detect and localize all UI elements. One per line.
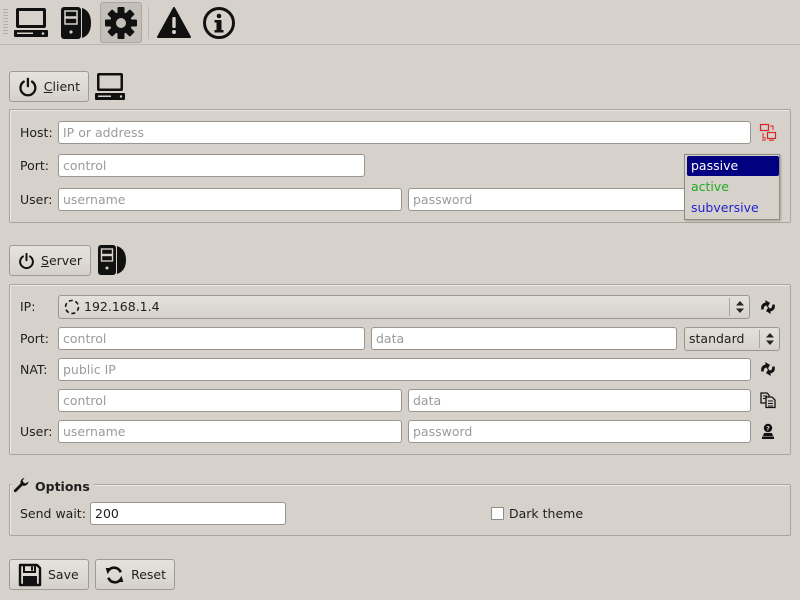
server-port-mode-select[interactable]: standard: [684, 327, 780, 351]
toolbar-grip[interactable]: [3, 9, 8, 35]
server-tower-icon: [61, 6, 91, 39]
send-wait-label: Send wait:: [20, 506, 86, 521]
dark-theme-checkbox[interactable]: [491, 507, 504, 520]
nat-copy-button[interactable]: [757, 389, 779, 411]
toolbar: [0, 0, 800, 45]
wrench-icon: [13, 478, 29, 493]
mode-option-active[interactable]: active: [687, 177, 779, 197]
client-button-label: Client: [43, 79, 80, 94]
refresh-arrows-icon: [761, 362, 775, 376]
server-ip-label: IP:: [20, 299, 36, 314]
host-input[interactable]: [58, 121, 751, 144]
nat-public-ip-input[interactable]: [58, 358, 751, 381]
network-interface-icon: [64, 299, 80, 315]
copy-documents-icon: [760, 392, 776, 409]
toolbar-client-button[interactable]: [10, 2, 52, 43]
computer-icon: [14, 7, 48, 37]
host-label: Host:: [20, 125, 53, 140]
floppy-disk-icon: [18, 563, 42, 586]
power-icon: [19, 252, 34, 269]
server-toggle-button[interactable]: Server: [9, 245, 91, 276]
send-wait-input[interactable]: [90, 502, 286, 525]
spin-arrows-icon: [759, 330, 779, 348]
server-port-label: Port:: [20, 331, 49, 346]
nat-control-input[interactable]: [58, 389, 402, 412]
server-port-mode-value: standard: [689, 331, 745, 346]
client-password-input[interactable]: [408, 188, 698, 211]
client-port-input[interactable]: [58, 154, 365, 177]
server-ip-refresh-button[interactable]: [757, 296, 779, 318]
options-title-text: Options: [35, 478, 90, 494]
anonymous-user-button[interactable]: ?: [757, 420, 779, 442]
mode-option-subversive[interactable]: subversive: [687, 198, 779, 218]
reset-button[interactable]: Reset: [95, 559, 175, 590]
mode-option-passive[interactable]: passive: [687, 156, 779, 176]
client-toggle-button[interactable]: Client: [9, 71, 89, 102]
info-icon: [203, 6, 235, 39]
server-password-input[interactable]: [408, 420, 751, 443]
refresh-arrows-icon: [761, 300, 775, 314]
toolbar-separator: [148, 7, 149, 39]
client-user-label: User:: [20, 192, 53, 207]
warning-icon: [157, 6, 191, 38]
reset-label: Reset: [131, 567, 166, 582]
computer-icon: [95, 73, 125, 100]
server-tower-icon: [98, 245, 126, 275]
server-port-data-input[interactable]: [371, 327, 677, 350]
nat-refresh-button[interactable]: [757, 358, 779, 380]
toolbar-about-button[interactable]: [198, 2, 240, 43]
server-nat-label: NAT:: [20, 362, 48, 377]
toolbar-warnings-button[interactable]: [153, 2, 195, 43]
nat-data-input[interactable]: [408, 389, 751, 412]
save-label: Save: [48, 567, 79, 582]
client-mode-dropdown-list: passive active subversive: [684, 154, 780, 220]
server-ip-value: 192.168.1.4: [84, 299, 160, 314]
client-port-label: Port:: [20, 158, 49, 173]
client-connection-button[interactable]: [757, 121, 779, 143]
toolbar-server-button[interactable]: [54, 2, 96, 43]
options-title: Options: [12, 477, 94, 495]
svg-text:?: ?: [766, 424, 770, 432]
server-username-input[interactable]: [58, 420, 402, 443]
toolbar-settings-button[interactable]: [100, 2, 142, 43]
server-ip-select[interactable]: 192.168.1.4: [58, 295, 750, 319]
spin-arrows-icon: [729, 298, 749, 316]
server-button-label: Server: [41, 253, 82, 268]
save-button[interactable]: Save: [9, 559, 89, 590]
reset-refresh-icon: [105, 565, 124, 584]
server-user-label: User:: [20, 424, 53, 439]
server-port-control-input[interactable]: [58, 327, 365, 350]
anonymous-user-icon: ?: [762, 423, 774, 439]
power-icon: [19, 77, 37, 96]
network-connection-icon: [759, 123, 777, 141]
client-username-input[interactable]: [58, 188, 402, 211]
gear-icon: [105, 6, 137, 39]
dark-theme-label[interactable]: Dark theme: [509, 506, 583, 521]
